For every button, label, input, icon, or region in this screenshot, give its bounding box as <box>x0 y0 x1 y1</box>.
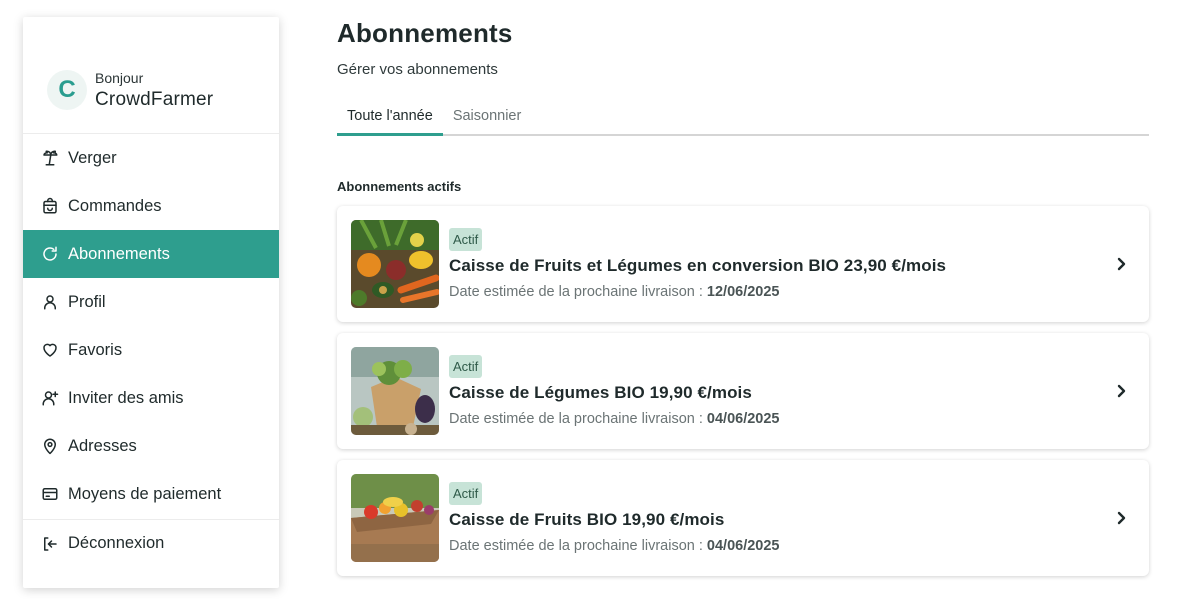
next-delivery-date: Date estimée de la prochaine livraison :… <box>449 538 780 554</box>
user-greeting: C Bonjour CrowdFarmer <box>23 17 279 134</box>
sidebar: C Bonjour CrowdFarmer Verger Commandes A… <box>23 17 279 588</box>
sidebar-item-verger[interactable]: Verger <box>23 134 279 182</box>
product-image <box>351 220 439 308</box>
sidebar-item-label: Moyens de paiement <box>68 484 222 503</box>
sidebar-item-label: Commandes <box>68 196 162 215</box>
palm-tree-icon <box>40 148 60 168</box>
product-image <box>351 347 439 435</box>
sidebar-item-commandes[interactable]: Commandes <box>23 182 279 230</box>
user-plus-icon <box>40 388 60 408</box>
logout-icon <box>40 534 60 554</box>
sidebar-item-label: Adresses <box>68 436 137 455</box>
date-label: Date estimée de la prochaine livraison : <box>449 411 707 427</box>
user-name: CrowdFarmer <box>95 88 214 110</box>
chevron-right-icon[interactable] <box>1113 383 1129 399</box>
sidebar-item-profil[interactable]: Profil <box>23 278 279 326</box>
sidebar-item-abonnements[interactable]: Abonnements <box>23 230 279 278</box>
user-icon <box>40 292 60 312</box>
sidebar-item-label: Profil <box>68 292 106 311</box>
sidebar-item-favoris[interactable]: Favoris <box>23 326 279 374</box>
sidebar-item-label: Verger <box>68 148 117 167</box>
tab-bar: Toute l'année Saisonnier <box>337 98 1149 136</box>
card-title: Caisse de Légumes BIO 19,90 €/mois <box>449 383 752 402</box>
status-badge: Actif <box>449 228 483 251</box>
tab-saisonnier[interactable]: Saisonnier <box>443 98 532 134</box>
page-subtitle: Gérer vos abonnements <box>337 61 498 78</box>
refresh-icon <box>40 244 60 264</box>
page-title: Abonnements <box>337 18 513 48</box>
card-body: Actif Caisse de Fruits et Légumes en con… <box>449 228 946 300</box>
logout-button[interactable]: Déconnexion <box>23 519 279 567</box>
date-value: 04/06/2025 <box>706 538 780 554</box>
date-label: Date estimée de la prochaine livraison : <box>449 538 707 554</box>
card-body: Actif Caisse de Légumes BIO 19,90 €/mois… <box>449 355 780 427</box>
main-content: Abonnements Gérer vos abonnements Toute … <box>337 18 1149 576</box>
credit-card-icon <box>40 484 60 504</box>
date-label: Date estimée de la prochaine livraison : <box>449 284 707 300</box>
sidebar-item-label: Favoris <box>68 340 123 359</box>
map-pin-icon <box>40 436 60 456</box>
avatar: C <box>47 70 87 110</box>
subscription-card[interactable]: Actif Caisse de Fruits BIO 19,90 €/mois … <box>337 460 1149 576</box>
sidebar-nav: Verger Commandes Abonnements Profil Favo… <box>23 134 279 567</box>
sidebar-item-adresses[interactable]: Adresses <box>23 422 279 470</box>
tab-toute-annee[interactable]: Toute l'année <box>337 98 443 136</box>
subscription-card[interactable]: Actif Caisse de Légumes BIO 19,90 €/mois… <box>337 333 1149 449</box>
greeting-block: Bonjour CrowdFarmer <box>95 70 213 111</box>
logout-label: Déconnexion <box>68 534 165 552</box>
next-delivery-date: Date estimée de la prochaine livraison :… <box>449 284 946 300</box>
next-delivery-date: Date estimée de la prochaine livraison :… <box>449 411 780 427</box>
date-value: 12/06/2025 <box>706 284 780 300</box>
date-value: 04/06/2025 <box>706 411 780 427</box>
greeting-text: Bonjour <box>95 69 144 86</box>
sidebar-item-label: Abonnements <box>68 244 170 263</box>
card-body: Actif Caisse de Fruits BIO 19,90 €/mois … <box>449 482 780 554</box>
status-badge: Actif <box>449 482 483 505</box>
bag-icon <box>40 196 60 216</box>
sidebar-item-inviter[interactable]: Inviter des amis <box>23 374 279 422</box>
product-image <box>351 474 439 562</box>
sidebar-item-paiement[interactable]: Moyens de paiement <box>23 470 279 518</box>
heart-icon <box>40 340 60 360</box>
sidebar-item-label: Inviter des amis <box>68 388 184 407</box>
card-title: Caisse de Fruits et Légumes en conversio… <box>449 256 947 275</box>
chevron-right-icon[interactable] <box>1113 510 1129 526</box>
section-label: Abonnements actifs <box>337 179 462 194</box>
card-title: Caisse de Fruits BIO 19,90 €/mois <box>449 510 725 529</box>
chevron-right-icon[interactable] <box>1113 256 1129 272</box>
status-badge: Actif <box>449 355 483 378</box>
subscription-card[interactable]: Actif Caisse de Fruits et Légumes en con… <box>337 206 1149 322</box>
